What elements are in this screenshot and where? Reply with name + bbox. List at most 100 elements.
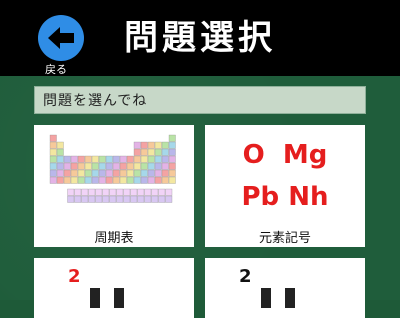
periodic-cell bbox=[98, 162, 106, 170]
periodic-cell bbox=[70, 162, 78, 170]
card-badge-3: 2 bbox=[68, 266, 81, 287]
periodic-cell bbox=[147, 176, 155, 184]
periodic-cell bbox=[49, 169, 57, 177]
periodic-cell-fblock bbox=[74, 195, 82, 203]
periodic-cell bbox=[63, 162, 71, 170]
periodic-cell bbox=[147, 162, 155, 170]
question-card-4[interactable]: 2 bbox=[205, 258, 365, 318]
periodic-cell bbox=[49, 155, 57, 163]
periodic-cell bbox=[126, 162, 134, 170]
card-3-graphic bbox=[90, 288, 100, 308]
periodic-cell bbox=[133, 148, 141, 156]
periodic-cell-fblock bbox=[102, 195, 110, 203]
periodic-cell bbox=[112, 176, 120, 184]
periodic-cell bbox=[105, 169, 113, 177]
periodic-cell-fblock bbox=[144, 195, 152, 203]
periodic-cell bbox=[133, 169, 141, 177]
instruction-banner: 問題を選んでね bbox=[34, 86, 366, 114]
periodic-cell bbox=[133, 162, 141, 170]
periodic-cell bbox=[147, 141, 155, 149]
periodic-cell bbox=[84, 155, 92, 163]
periodic-cell-fblock bbox=[88, 195, 96, 203]
periodic-cell-fblock bbox=[158, 195, 166, 203]
periodic-cell bbox=[105, 162, 113, 170]
periodic-cell bbox=[84, 169, 92, 177]
periodic-cell bbox=[56, 162, 64, 170]
periodic-cell bbox=[77, 169, 85, 177]
periodic-cell bbox=[168, 176, 176, 184]
periodic-cell bbox=[49, 141, 57, 149]
periodic-cell bbox=[161, 169, 169, 177]
periodic-cell-fblock bbox=[151, 195, 159, 203]
periodic-cell-fblock bbox=[74, 188, 82, 196]
periodic-cell bbox=[63, 169, 71, 177]
periodic-cell-fblock bbox=[123, 195, 131, 203]
periodic-cell bbox=[56, 169, 64, 177]
periodic-cell bbox=[154, 155, 162, 163]
periodic-cell-fblock bbox=[158, 188, 166, 196]
card-label-element-symbols: 元素記号 bbox=[258, 231, 311, 246]
periodic-cell bbox=[98, 176, 106, 184]
periodic-cell bbox=[140, 169, 148, 177]
periodic-cell bbox=[161, 155, 169, 163]
periodic-cell bbox=[147, 155, 155, 163]
periodic-cell bbox=[56, 176, 64, 184]
periodic-cell-fblock bbox=[137, 195, 145, 203]
periodic-cell-fblock bbox=[137, 188, 145, 196]
periodic-cell bbox=[140, 155, 148, 163]
periodic-cell bbox=[147, 148, 155, 156]
periodic-cell-fblock bbox=[67, 195, 75, 203]
back-button[interactable] bbox=[38, 15, 84, 61]
periodic-cell-fblock bbox=[95, 188, 103, 196]
card-label-periodic-table: 周期表 bbox=[94, 231, 134, 246]
periodic-cell bbox=[140, 141, 148, 149]
card-4-graphic bbox=[261, 288, 271, 308]
periodic-cell bbox=[168, 134, 176, 142]
periodic-cell bbox=[91, 169, 99, 177]
periodic-cell bbox=[133, 176, 141, 184]
periodic-cell bbox=[140, 176, 148, 184]
periodic-cell bbox=[133, 155, 141, 163]
periodic-cell bbox=[112, 162, 120, 170]
periodic-cell bbox=[91, 155, 99, 163]
periodic-cell bbox=[119, 169, 127, 177]
periodic-cell-fblock bbox=[81, 195, 89, 203]
card-4-graphic-2 bbox=[285, 288, 295, 308]
element-symbols-card[interactable]: O Mg Pb Nh 元素記号 bbox=[205, 125, 365, 247]
periodic-cell bbox=[49, 148, 57, 156]
periodic-cell bbox=[105, 176, 113, 184]
periodic-cell bbox=[70, 155, 78, 163]
periodic-cell bbox=[98, 169, 106, 177]
symbols-row-1: O Mg bbox=[242, 140, 328, 170]
periodic-cell bbox=[168, 148, 176, 156]
periodic-cell bbox=[168, 155, 176, 163]
periodic-cell bbox=[105, 155, 113, 163]
question-card-3[interactable]: 2 bbox=[34, 258, 194, 318]
periodic-cell bbox=[84, 176, 92, 184]
periodic-cell bbox=[119, 176, 127, 184]
periodic-cell bbox=[91, 176, 99, 184]
periodic-cell bbox=[161, 148, 169, 156]
periodic-cell bbox=[126, 176, 134, 184]
periodic-cell bbox=[126, 169, 134, 177]
periodic-cell bbox=[84, 162, 92, 170]
periodic-cell bbox=[168, 169, 176, 177]
periodic-cell bbox=[70, 169, 78, 177]
periodic-cell bbox=[98, 155, 106, 163]
periodic-cell bbox=[154, 141, 162, 149]
periodic-cell-fblock bbox=[88, 188, 96, 196]
periodic-cell-fblock bbox=[67, 188, 75, 196]
periodic-cell bbox=[112, 169, 120, 177]
periodic-cell-fblock bbox=[144, 188, 152, 196]
periodic-cell-fblock bbox=[95, 195, 103, 203]
periodic-cell bbox=[91, 162, 99, 170]
periodic-cell bbox=[119, 162, 127, 170]
periodic-cell-fblock bbox=[109, 188, 117, 196]
periodic-cell bbox=[154, 169, 162, 177]
periodic-cell bbox=[112, 155, 120, 163]
periodic-cell-fblock bbox=[116, 195, 124, 203]
periodic-table-card[interactable]: 周期表 bbox=[34, 125, 194, 247]
periodic-cell-fblock bbox=[81, 188, 89, 196]
periodic-cell bbox=[133, 141, 141, 149]
periodic-cell bbox=[161, 162, 169, 170]
